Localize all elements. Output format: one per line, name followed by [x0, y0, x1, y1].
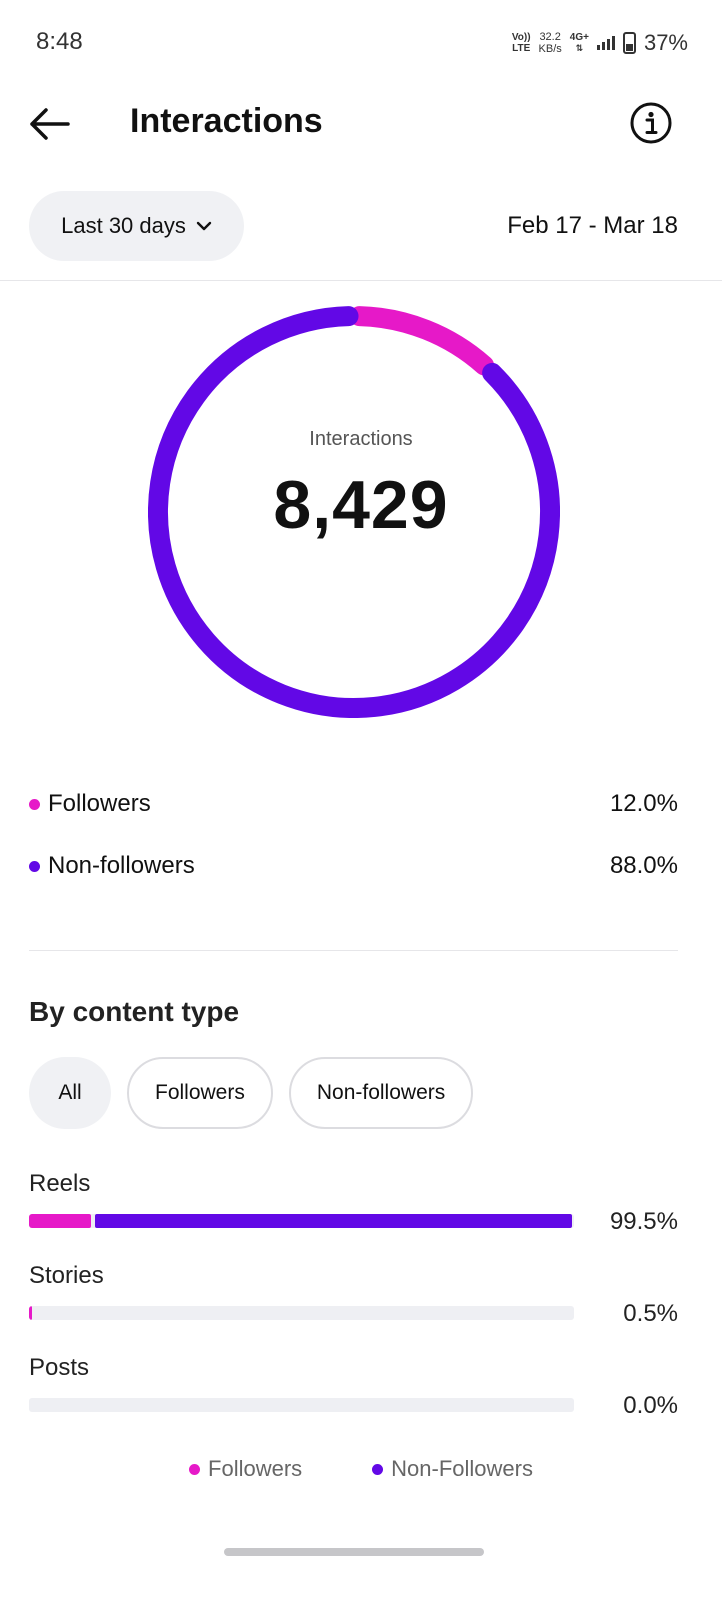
progress-track	[29, 1398, 574, 1412]
followers-dot-icon	[189, 1463, 201, 1475]
signal-icon	[596, 36, 615, 50]
network-label: 4G+	[569, 32, 589, 43]
bar-legend: Followers Non-Followers	[0, 1456, 722, 1482]
non-followers-dot-icon	[372, 1463, 384, 1475]
legend-non-followers: Non-Followers	[372, 1456, 533, 1482]
arrow-left-icon	[30, 108, 70, 140]
info-circle-icon	[630, 102, 672, 144]
battery-percent: 37%	[643, 30, 688, 55]
chip-all[interactable]: All	[29, 1057, 111, 1129]
chevron-down-icon	[196, 221, 212, 231]
info-button[interactable]	[630, 102, 672, 144]
section-title: By content type	[29, 996, 240, 1027]
progress-track	[29, 1306, 574, 1320]
volte-icon: Vo)) LTE	[512, 32, 531, 54]
divider	[29, 950, 678, 951]
data-arrows-icon: ⇅	[575, 43, 584, 53]
volte-bottom: LTE	[512, 43, 531, 54]
status-bar: 8:48 Vo)) LTE 32.2 KB/s 4G+ ⇅ 37%	[0, 0, 722, 80]
legend-percent: 12.0%	[609, 790, 678, 817]
content-label: Stories	[29, 1262, 104, 1289]
content-percent: 99.5%	[609, 1208, 678, 1235]
followers-dot-icon	[29, 798, 40, 810]
page-title: Interactions	[130, 102, 323, 140]
back-button[interactable]	[26, 104, 76, 144]
divider	[0, 280, 722, 281]
speed-unit: KB/s	[538, 43, 562, 55]
donut-segment-followers	[349, 306, 495, 376]
content-label: Reels	[29, 1170, 91, 1197]
content-label: Posts	[29, 1354, 90, 1381]
header: Interactions	[0, 90, 722, 160]
battery-icon	[622, 32, 636, 54]
content-percent: 0.0%	[623, 1392, 678, 1419]
legend-percent: 88.0%	[609, 852, 678, 879]
legend-row-followers: Followers 12.0%	[29, 784, 678, 824]
system-icons: Vo)) LTE 32.2 KB/s 4G+ ⇅ 37%	[512, 30, 688, 56]
bar-segment-non-followers	[94, 1214, 573, 1228]
bar-segment-followers	[29, 1214, 91, 1228]
content-row-stories: Stories 0.5%	[29, 1262, 678, 1342]
audience-filter-chips: All Followers Non-followers	[29, 1057, 474, 1129]
status-time: 8:48	[36, 28, 83, 55]
non-followers-dot-icon	[29, 860, 40, 872]
speed-value: 32.2	[539, 31, 561, 43]
legend-row-non-followers: Non-followers 88.0%	[29, 846, 678, 886]
legend-label: Followers	[48, 790, 151, 817]
content-row-posts: Posts 0.0%	[29, 1354, 678, 1434]
progress-track	[29, 1214, 574, 1228]
content-row-reels: Reels 99.5%	[29, 1170, 678, 1250]
range-label: Last 30 days	[61, 213, 186, 238]
network-type: 4G+ ⇅	[570, 32, 589, 54]
bar-segment-followers	[29, 1306, 32, 1320]
interactions-total: 8,429	[273, 467, 449, 543]
chip-followers[interactable]: Followers	[127, 1057, 273, 1129]
legend-followers-label: Followers	[208, 1456, 303, 1481]
date-range-text: Feb 17 - Mar 18	[507, 212, 678, 239]
chip-non-followers[interactable]: Non-followers	[288, 1057, 474, 1129]
legend-label: Non-followers	[48, 852, 195, 879]
legend-non-followers-label: Non-Followers	[391, 1456, 533, 1481]
network-speed: 32.2 KB/s	[539, 31, 562, 55]
content-percent: 0.5%	[623, 1300, 678, 1327]
volte-top: Vo))	[511, 32, 531, 43]
home-indicator[interactable]	[224, 1548, 484, 1556]
donut-label: Interactions	[309, 428, 413, 450]
legend-followers: Followers	[189, 1456, 302, 1482]
date-range-dropdown[interactable]: Last 30 days	[29, 191, 244, 261]
